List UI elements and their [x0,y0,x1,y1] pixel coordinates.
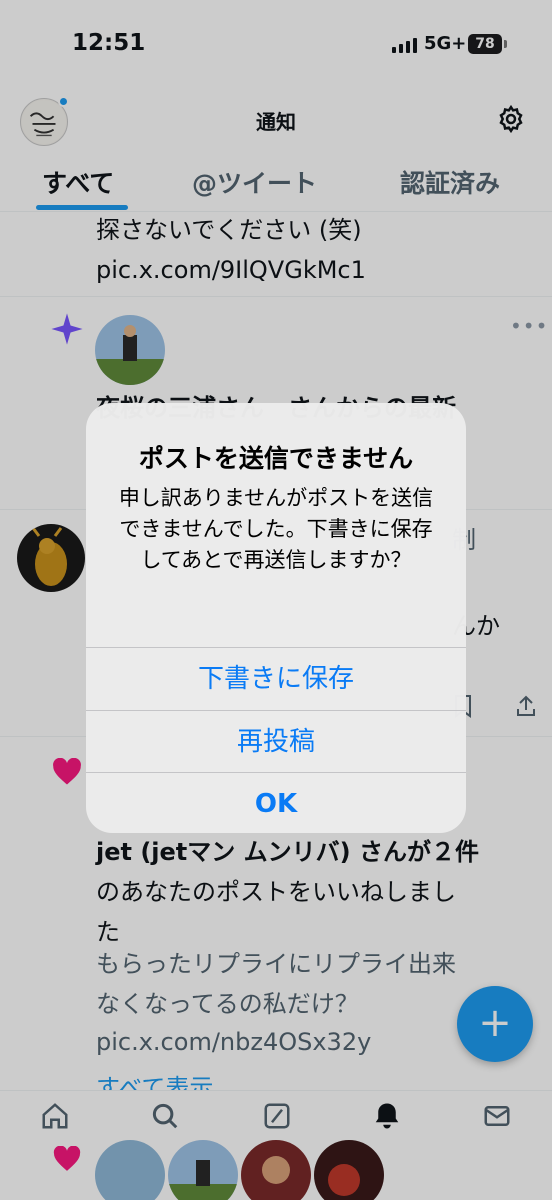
ok-button[interactable]: OK [86,773,466,833]
alert-title: ポストを送信できません [138,444,414,473]
alert-message: 申し訳ありませんがポストを送信できませんでした。下書きに保存してあとで再送信しま… [118,486,434,572]
error-alert-dialog: ポストを送信できません 申し訳ありませんがポストを送信できませんでした。下書きに… [86,403,466,833]
repost-button[interactable]: 再投稿 [86,711,466,773]
save-draft-button[interactable]: 下書きに保存 [86,648,466,710]
